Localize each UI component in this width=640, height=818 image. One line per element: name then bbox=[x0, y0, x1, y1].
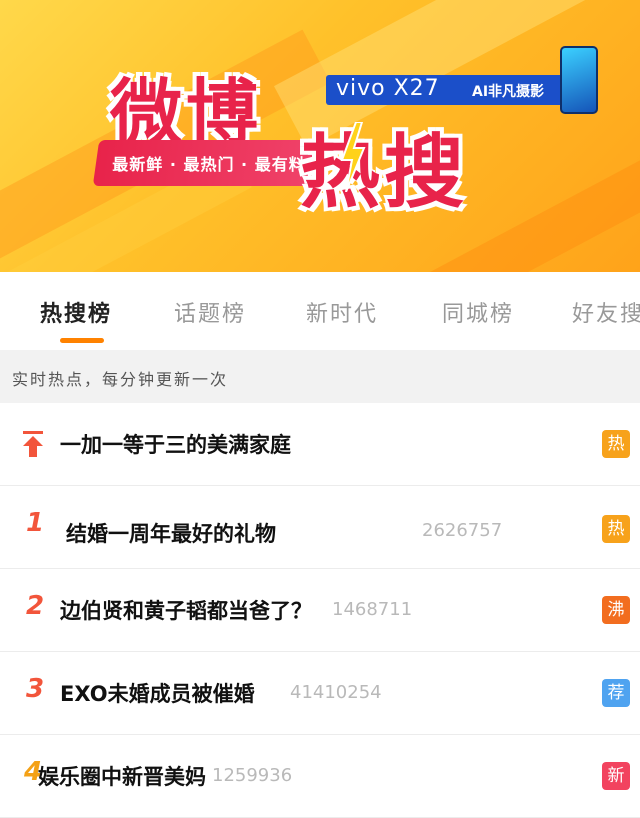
boiling-badge: 沸 bbox=[602, 596, 630, 624]
item-rank: 3 bbox=[25, 674, 45, 704]
item-count: 1259936 bbox=[212, 765, 293, 786]
banner-title-resou: 热搜 bbox=[300, 126, 468, 219]
item-count: 1468711 bbox=[332, 599, 413, 620]
new-badge: 新 bbox=[602, 762, 630, 790]
tab-bar: 热搜榜 话题榜 新时代 同城榜 好友搜 bbox=[0, 272, 640, 350]
tab-new-era[interactable]: 新时代 bbox=[306, 296, 378, 328]
item-title: 娱乐圈中新晋美妈 bbox=[38, 765, 206, 789]
update-hint-bar: 实时热点，每分钟更新一次 bbox=[0, 350, 640, 403]
list-item[interactable]: 1 结婚一周年最好的礼物 2626757 热 bbox=[0, 486, 640, 569]
tab-hot-search[interactable]: 热搜榜 bbox=[40, 296, 112, 328]
pin-top-icon bbox=[23, 431, 43, 457]
hot-badge: 热 bbox=[602, 515, 630, 543]
list-item[interactable]: 2 边伯贤和黄子韬都当爸了？ 1468711 沸 bbox=[0, 569, 640, 652]
item-title: EXO未婚成员被催婚 bbox=[60, 682, 255, 706]
item-title: 一加一等于三的美满家庭 bbox=[60, 433, 291, 457]
list-item[interactable]: 3 EXO未婚成员被催婚 41410254 荐 bbox=[0, 652, 640, 735]
item-rank: 1 bbox=[25, 508, 45, 538]
item-count: 41410254 bbox=[290, 682, 382, 703]
sponsor-brand: vivo X27 bbox=[336, 76, 440, 101]
recommend-badge: 荐 bbox=[602, 679, 630, 707]
list-item[interactable]: 一加一等于三的美满家庭 热 bbox=[0, 403, 640, 486]
item-count: 2626757 bbox=[422, 520, 503, 541]
sponsor-badge[interactable]: vivo X27 AI非凡摄影 bbox=[326, 75, 564, 105]
active-tab-indicator bbox=[60, 338, 104, 343]
list-item[interactable]: 4 娱乐圈中新晋美妈 1259936 新 bbox=[0, 735, 640, 818]
tab-friends[interactable]: 好友搜 bbox=[572, 296, 640, 328]
update-hint-text: 实时热点，每分钟更新一次 bbox=[12, 370, 229, 389]
banner-slogan: 最新鲜 · 最热门 · 最有料 bbox=[112, 155, 306, 174]
sponsor-slogan: AI非凡摄影 bbox=[472, 84, 545, 100]
tab-local[interactable]: 同城榜 bbox=[442, 296, 514, 328]
item-title: 结婚一周年最好的礼物 bbox=[66, 522, 276, 546]
lightning-bolt-icon bbox=[340, 122, 366, 192]
item-rank: 2 bbox=[25, 591, 45, 621]
tab-topics[interactable]: 话题榜 bbox=[174, 296, 246, 328]
hot-badge: 热 bbox=[602, 430, 630, 458]
item-title: 边伯贤和黄子韬都当爸了？ bbox=[60, 599, 312, 623]
phone-image bbox=[560, 46, 598, 114]
hot-search-banner: vivo X27 AI非凡摄影 微博 最新鲜 · 最热门 · 最有料 热搜 bbox=[0, 0, 640, 272]
